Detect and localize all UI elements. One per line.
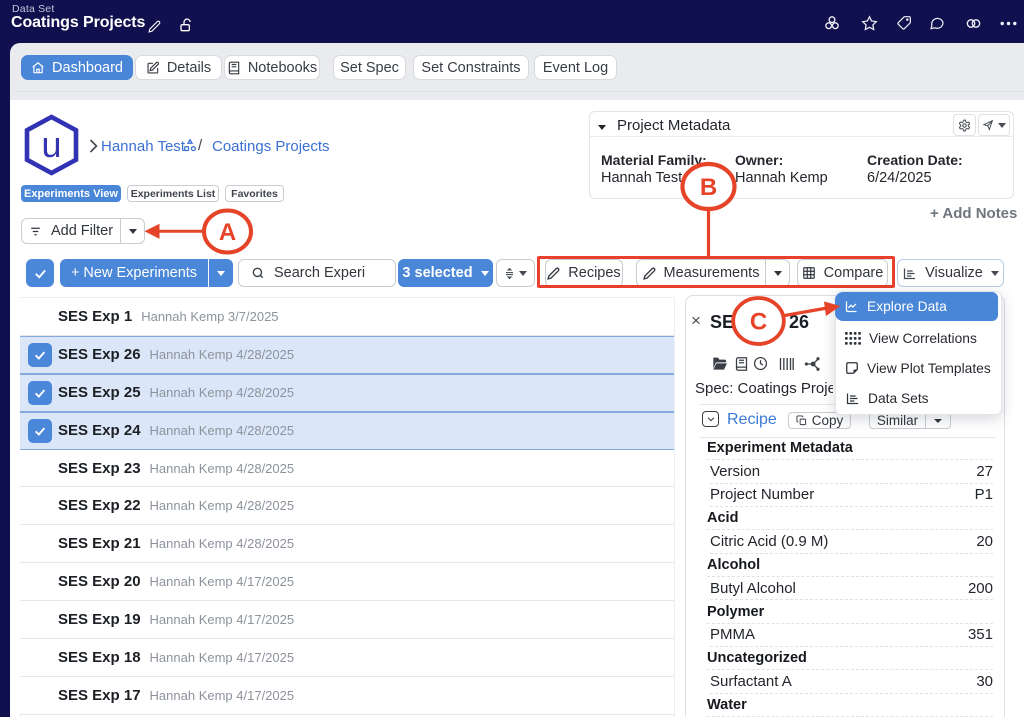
svg-text:u: u xyxy=(41,124,61,165)
